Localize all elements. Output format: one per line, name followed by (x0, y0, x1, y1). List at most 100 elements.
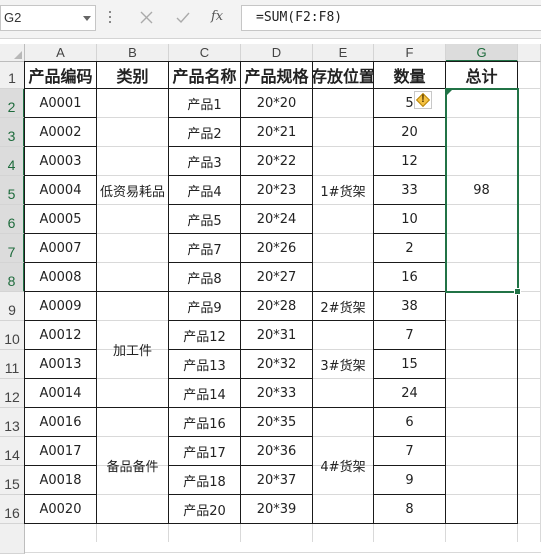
quantity-cell[interactable]: 24 (374, 379, 446, 408)
row-header[interactable]: 5 (0, 176, 25, 205)
product-code-cell[interactable]: A0005 (25, 205, 97, 234)
product-spec-cell[interactable]: 20*28 (241, 292, 313, 321)
quantity-cell[interactable]: 5 (374, 89, 446, 118)
formula-input[interactable]: =SUM(F2:F8) (241, 5, 541, 31)
product-spec-cell[interactable]: 20*31 (241, 321, 313, 350)
quantity-cell[interactable]: 7 (374, 437, 446, 466)
column-header-f[interactable]: F (374, 44, 446, 62)
select-all-corner[interactable] (0, 44, 25, 62)
row-header[interactable]: 9 (0, 292, 25, 321)
quantity-cell[interactable]: 33 (374, 176, 446, 205)
row-header[interactable]: 7 (0, 234, 25, 263)
product-spec-cell[interactable]: 20*20 (241, 89, 313, 118)
location-cell[interactable]: 4#货架 (313, 408, 374, 524)
product-name-cell[interactable]: 产品1 (169, 89, 241, 118)
product-spec-cell[interactable]: 20*33 (241, 379, 313, 408)
quantity-cell[interactable]: 20 (374, 118, 446, 147)
column-header-c[interactable]: C (169, 44, 241, 62)
product-name-cell[interactable]: 产品13 (169, 350, 241, 379)
column-header-d[interactable]: D (241, 44, 313, 62)
row-header[interactable]: 14 (0, 437, 25, 466)
header-cell[interactable]: 产品名称 (169, 62, 241, 89)
enter-button[interactable] (168, 5, 198, 31)
product-spec-cell[interactable]: 20*24 (241, 205, 313, 234)
quantity-cell[interactable]: 12 (374, 147, 446, 176)
row-header[interactable]: 12 (0, 379, 25, 408)
product-name-cell[interactable]: 产品12 (169, 321, 241, 350)
insert-function-button[interactable]: fx (202, 5, 232, 31)
product-name-cell[interactable]: 产品16 (169, 408, 241, 437)
header-cell[interactable]: 存放位置 (313, 62, 374, 89)
chevron-down-icon[interactable] (83, 16, 91, 21)
quantity-cell[interactable]: 10 (374, 205, 446, 234)
row-header[interactable]: 16 (0, 495, 25, 524)
row-header[interactable] (0, 524, 25, 554)
column-header-e[interactable]: E (313, 44, 374, 62)
total-cell[interactable]: 98 (446, 89, 518, 292)
product-spec-cell[interactable]: 20*22 (241, 147, 313, 176)
product-name-cell[interactable]: 产品8 (169, 263, 241, 292)
row-header[interactable]: 4 (0, 147, 25, 176)
row-header[interactable]: 2 (0, 89, 25, 118)
row-header[interactable]: 15 (0, 466, 25, 495)
row-header[interactable]: 13 (0, 408, 25, 437)
column-header-next[interactable] (518, 44, 541, 62)
location-cell[interactable]: 2#货架 (313, 292, 374, 321)
product-name-cell[interactable]: 产品5 (169, 205, 241, 234)
product-code-cell[interactable]: A0004 (25, 176, 97, 205)
product-spec-cell[interactable]: 20*26 (241, 234, 313, 263)
header-cell[interactable]: 产品编码 (25, 62, 97, 89)
product-code-cell[interactable]: A0020 (25, 495, 97, 524)
row-header[interactable]: 8 (0, 263, 25, 292)
product-name-cell[interactable]: 产品17 (169, 437, 241, 466)
product-name-cell[interactable]: 产品9 (169, 292, 241, 321)
header-cell[interactable]: 产品规格 (241, 62, 313, 89)
drag-handle-icon[interactable] (108, 8, 112, 30)
category-cell[interactable]: 备品备件 (97, 408, 169, 524)
product-code-cell[interactable]: A0012 (25, 321, 97, 350)
quantity-cell[interactable]: 7 (374, 321, 446, 350)
product-code-cell[interactable]: A0017 (25, 437, 97, 466)
product-code-cell[interactable]: A0014 (25, 379, 97, 408)
header-cell[interactable]: 总计 (446, 62, 518, 89)
product-spec-cell[interactable]: 20*27 (241, 263, 313, 292)
product-name-cell[interactable]: 产品7 (169, 234, 241, 263)
quantity-cell[interactable]: 16 (374, 263, 446, 292)
category-cell[interactable]: 低资易耗品 (97, 89, 169, 292)
product-code-cell[interactable]: A0008 (25, 263, 97, 292)
total-cell-empty[interactable] (446, 292, 518, 524)
header-cell[interactable]: 类别 (97, 62, 169, 89)
row-header[interactable]: 10 (0, 321, 25, 350)
product-code-cell[interactable]: A0009 (25, 292, 97, 321)
product-code-cell[interactable]: A0007 (25, 234, 97, 263)
column-header-b[interactable]: B (97, 44, 169, 62)
product-code-cell[interactable]: A0013 (25, 350, 97, 379)
product-spec-cell[interactable]: 20*21 (241, 118, 313, 147)
row-header-1[interactable]: 1 (0, 62, 25, 89)
error-check-button[interactable]: ! (414, 91, 432, 109)
quantity-cell[interactable]: 2 (374, 234, 446, 263)
product-name-cell[interactable]: 产品2 (169, 118, 241, 147)
location-cell[interactable]: 1#货架 (313, 89, 374, 292)
product-code-cell[interactable]: A0018 (25, 466, 97, 495)
product-spec-cell[interactable]: 20*37 (241, 466, 313, 495)
row-header[interactable]: 6 (0, 205, 25, 234)
quantity-cell[interactable]: 9 (374, 466, 446, 495)
name-box[interactable]: G2 (0, 5, 96, 31)
product-name-cell[interactable]: 产品20 (169, 495, 241, 524)
column-header-a[interactable]: A (25, 44, 97, 62)
category-cell[interactable]: 加工件 (97, 292, 169, 408)
row-header[interactable]: 3 (0, 118, 25, 147)
product-name-cell[interactable]: 产品14 (169, 379, 241, 408)
cancel-button[interactable] (132, 5, 162, 31)
product-code-cell[interactable]: A0016 (25, 408, 97, 437)
product-name-cell[interactable]: 产品4 (169, 176, 241, 205)
product-name-cell[interactable]: 产品18 (169, 466, 241, 495)
product-spec-cell[interactable]: 20*36 (241, 437, 313, 466)
product-code-cell[interactable]: A0001 (25, 89, 97, 118)
product-spec-cell[interactable]: 20*23 (241, 176, 313, 205)
row-header[interactable]: 11 (0, 350, 25, 379)
quantity-cell[interactable]: 6 (374, 408, 446, 437)
product-name-cell[interactable]: 产品3 (169, 147, 241, 176)
quantity-cell[interactable]: 15 (374, 350, 446, 379)
